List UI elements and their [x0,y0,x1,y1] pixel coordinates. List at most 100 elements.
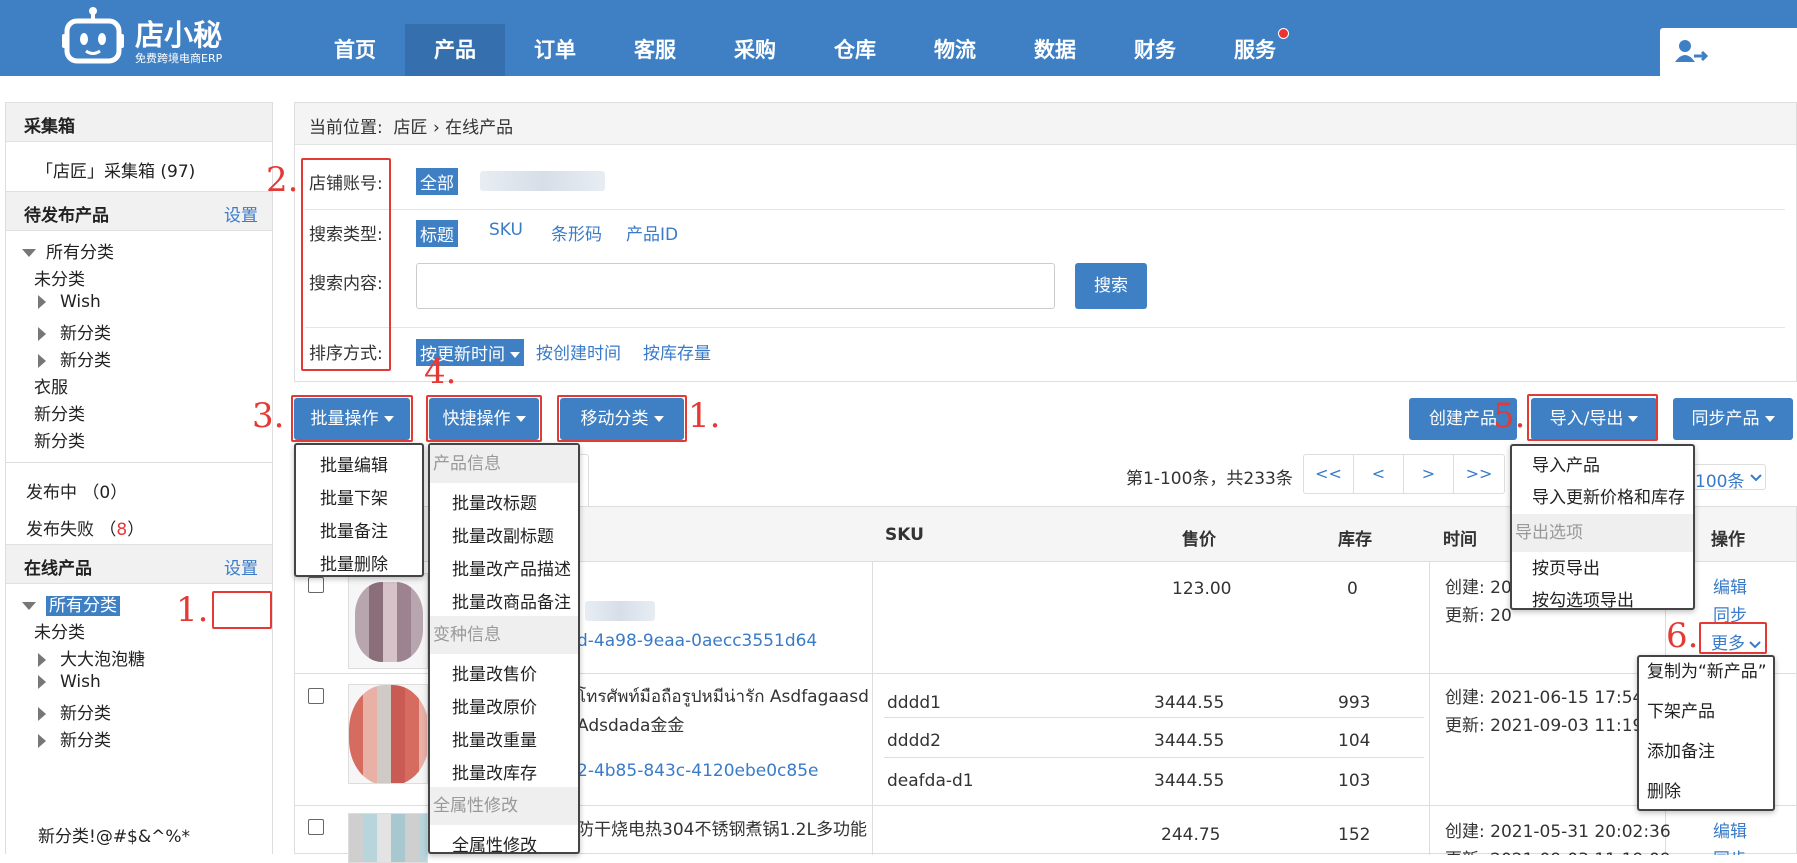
product-id-link[interactable]: 2-4b85-843c-4120ebe0c85e [577,761,818,781]
sidebar-item-new-category[interactable]: 新分类 [38,699,111,724]
menu-item-batch-note[interactable]: 批量备注 [320,517,388,542]
menu-item-batch-subtitle[interactable]: 批量改副标题 [452,522,554,547]
caret-right-icon[interactable] [38,295,46,309]
sidebar-item-new-category[interactable]: 新分类 [34,427,85,452]
menu-item-all-attributes[interactable]: 全属性修改 [452,831,537,856]
menu-item-add-note[interactable]: 添加备注 [1647,737,1715,762]
row-checkbox[interactable] [308,688,324,704]
page-last-button[interactable]: >> [1454,455,1504,493]
sidebar-item-all-category-online[interactable]: 所有分类 [22,591,120,616]
sidebar-item-new-category[interactable]: 新分类 [38,726,111,751]
menu-item-batch-original-price[interactable]: 批量改原价 [452,693,537,718]
product-title[interactable]: 防干烧电热304不锈钢煮锅1.2L多功能 [577,815,867,840]
menu-item-batch-delist[interactable]: 批量下架 [320,484,388,509]
per-page-select[interactable]: 100条 [1693,464,1766,492]
caret-right-icon[interactable] [38,327,46,341]
menu-item-delist[interactable]: 下架产品 [1647,697,1715,722]
store-all-chip[interactable]: 全部 [416,168,458,195]
product-thumbnail[interactable] [348,684,428,784]
sort-by-stock[interactable]: 按库存量 [643,339,711,364]
menu-item-batch-title[interactable]: 批量改标题 [452,489,537,514]
sidebar-item-failed[interactable]: 发布失败 （8） [26,515,144,540]
menu-item-import-products[interactable]: 导入产品 [1532,451,1600,476]
sidebar-item-new-category[interactable]: 新分类 [38,319,111,344]
menu-item-copy-as-new[interactable]: 复制为“新产品” [1647,657,1767,682]
sidebar-item-special-category[interactable]: 新分类!@#$&^%* [38,822,190,847]
sync-products-button[interactable]: 同步产品 [1673,398,1793,440]
search-type-barcode[interactable]: 条形码 [551,220,602,245]
menu-item-batch-delete[interactable]: 批量删除 [320,550,388,575]
row-checkbox[interactable] [308,819,324,835]
product-title[interactable]: โทรศัพท์มือถือรูปหมีน่ารัก Asdfagaasd [577,683,869,710]
product-id-link[interactable]: d-4a98-9eaa-0aecc3551d64 [577,631,817,651]
product-thumbnail[interactable] [348,813,428,863]
sidebar-item-publishing[interactable]: 发布中 （0） [26,478,127,503]
product-title-blurred[interactable] [585,601,655,621]
edit-link[interactable]: 编辑 [1713,817,1747,842]
main-nav: 首页 产品 订单 客服 采购 仓库 物流 数据 财务 服务 [305,24,1305,76]
store-account-blurred[interactable] [480,171,605,191]
nav-services[interactable]: 服务 [1205,24,1305,76]
row-checkbox[interactable] [308,577,324,593]
menu-item-export-selected[interactable]: 按勾选项导出 [1532,586,1634,611]
menu-item-export-page[interactable]: 按页导出 [1532,554,1600,579]
nav-logistics[interactable]: 物流 [905,24,1005,76]
caret-right-icon[interactable] [38,675,46,689]
nav-finance[interactable]: 财务 [1105,24,1205,76]
online-settings-link[interactable]: 设置 [224,554,258,579]
user-switch-icon[interactable] [1674,38,1708,64]
col-divider [1429,562,1430,855]
filter-panel: 当前位置: 店匠 › 在线产品 店铺账号: 全部 搜索类型: 标题 SKU 条形… [294,102,1797,382]
menu-item-batch-weight[interactable]: 批量改重量 [452,726,537,751]
sort-by-create[interactable]: 按创建时间 [536,339,621,364]
caret-right-icon[interactable] [38,734,46,748]
sidebar-item-uncategorized[interactable]: 未分类 [34,618,85,643]
search-button[interactable]: 搜索 [1075,263,1147,309]
sidebar-item-all-category[interactable]: 所有分类 [22,238,114,263]
nav-products[interactable]: 产品 [405,24,505,76]
nav-home[interactable]: 首页 [305,24,405,76]
nav-orders[interactable]: 订单 [505,24,605,76]
nav-data[interactable]: 数据 [1005,24,1105,76]
caret-right-icon[interactable] [38,354,46,368]
edit-link[interactable]: 编辑 [1713,573,1747,598]
sidebar-item-collect-box[interactable]: 「店匠」采集箱 (97) [36,157,195,182]
product-title-line2[interactable]: Adsdada金金 [577,711,684,736]
sidebar-item-new-category[interactable]: 新分类 [34,400,85,425]
product-price: 244.75 [1161,825,1221,845]
page-next-button[interactable]: > [1404,455,1454,493]
user-area[interactable] [1660,28,1797,76]
menu-item-batch-item-note[interactable]: 批量改商品备注 [452,588,571,613]
nav-purchase[interactable]: 采购 [705,24,805,76]
sidebar-item-clothing[interactable]: 衣服 [34,373,68,398]
breadcrumb-shop[interactable]: 店匠 [394,118,428,138]
caret-right-icon[interactable] [38,707,46,721]
caret-down-icon[interactable] [22,602,36,610]
menu-item-batch-price[interactable]: 批量改售价 [452,660,537,685]
variant-price: 3444.55 [1154,693,1225,713]
menu-item-batch-edit[interactable]: 批量编辑 [320,451,388,476]
search-input[interactable] [416,263,1055,309]
menu-item-import-price-stock[interactable]: 导入更新价格和库存 [1532,483,1685,508]
sidebar-item-wish[interactable]: Wish [38,292,101,312]
page-first-button[interactable]: << [1304,455,1354,493]
nav-warehouse[interactable]: 仓库 [805,24,905,76]
product-thumbnail[interactable] [348,573,428,669]
pending-settings-link[interactable]: 设置 [224,201,258,226]
sidebar-item-candy[interactable]: 大大泡泡糖 [38,645,145,670]
sidebar-item-new-category[interactable]: 新分类 [38,346,111,371]
robot-logo-icon[interactable] [62,6,124,66]
nav-service[interactable]: 客服 [605,24,705,76]
search-type-product-id[interactable]: 产品ID [626,220,678,245]
caret-right-icon[interactable] [38,653,46,667]
nav-services-label: 服务 [1234,38,1276,62]
menu-item-batch-stock[interactable]: 批量改库存 [452,759,537,784]
search-type-sku[interactable]: SKU [489,220,523,240]
menu-item-delete[interactable]: 删除 [1647,777,1681,802]
search-type-title[interactable]: 标题 [416,220,458,247]
caret-down-icon[interactable] [22,249,36,257]
sidebar-item-wish[interactable]: Wish [38,672,101,692]
sidebar-item-uncategorized[interactable]: 未分类 [34,265,85,290]
menu-item-batch-description[interactable]: 批量改产品描述 [452,555,571,580]
page-prev-button[interactable]: < [1354,455,1404,493]
